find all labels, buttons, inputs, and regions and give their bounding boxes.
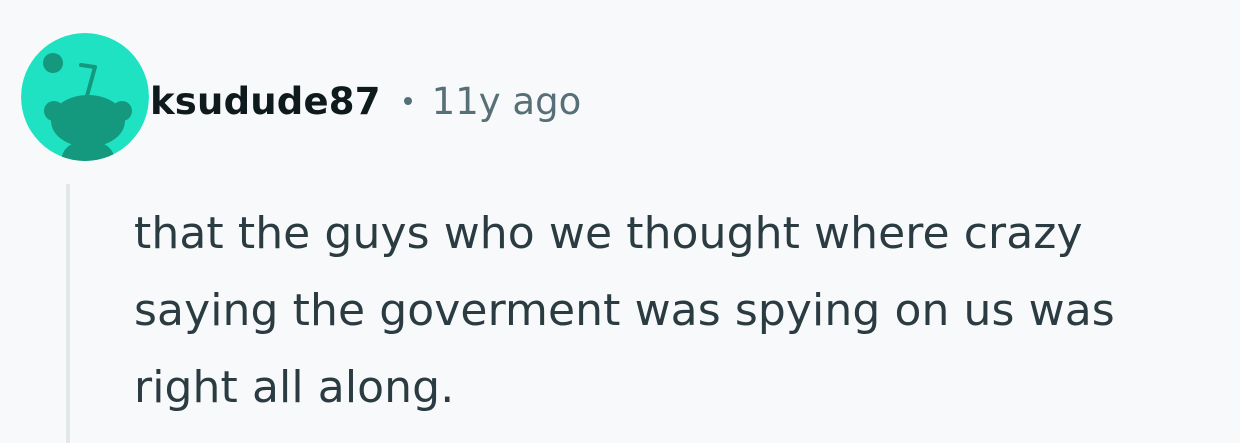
comment-body: that the guys who we thought where crazy… — [134, 208, 1115, 413]
separator-dot — [403, 97, 412, 105]
comment-timestamp[interactable]: 11y ago — [432, 80, 582, 123]
snoo-avatar-icon — [21, 33, 149, 161]
author-username[interactable]: ksudude87 — [150, 80, 381, 123]
comment: ksudude87 11y ago that the guys who we t… — [0, 0, 1240, 443]
thread-line[interactable] — [66, 184, 70, 443]
comment-header: ksudude87 11y ago — [150, 76, 581, 126]
user-avatar[interactable] — [21, 33, 149, 161]
